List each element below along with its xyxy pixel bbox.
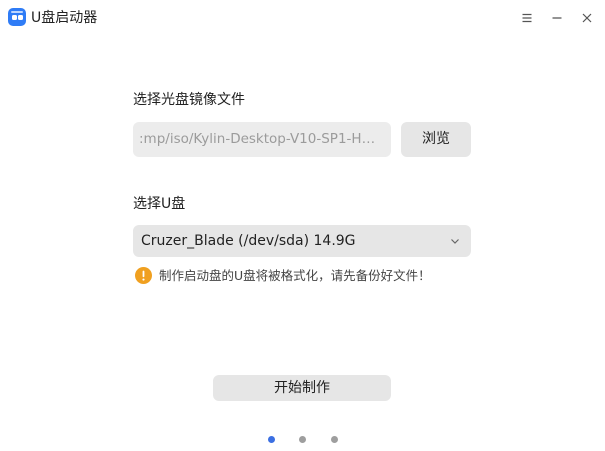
format-warning-text: 制作启动盘的U盘将被格式化，请先备份好文件！ bbox=[159, 268, 431, 283]
window-title: U盘启动器 bbox=[31, 10, 98, 26]
chevron-down-icon bbox=[451, 239, 459, 244]
app-logo-eye-right bbox=[17, 15, 23, 20]
usb-device-select[interactable]: Cruzer_Blade (/dev/sda) 14.9G bbox=[133, 225, 471, 257]
iso-section-label: 选择光盘镜像文件 bbox=[133, 92, 245, 108]
iso-path-input[interactable]: :mp/iso/Kylin-Desktop-V10-SP1-HW... bbox=[133, 122, 391, 157]
usb-section-label: 选择U盘 bbox=[133, 196, 186, 212]
menu-icon bbox=[522, 13, 532, 23]
usb-device-selected-value: Cruzer_Blade (/dev/sda) 14.9G bbox=[141, 233, 356, 249]
page-dot-3[interactable] bbox=[331, 436, 338, 443]
page-indicator bbox=[0, 436, 605, 444]
warning-icon bbox=[135, 267, 152, 284]
app-logo-bar bbox=[11, 11, 23, 13]
menu-button[interactable] bbox=[515, 6, 539, 30]
usb-boot-window: U盘启动器 选择光盘镜像文件 :mp/iso/Kylin-Desktop-V10… bbox=[0, 0, 605, 451]
minimize-button[interactable] bbox=[545, 6, 569, 30]
browse-button[interactable]: 浏览 bbox=[401, 122, 471, 157]
minimize-icon bbox=[552, 17, 562, 19]
app-logo-icon bbox=[8, 8, 26, 26]
title-bar: U盘启动器 bbox=[0, 0, 605, 36]
page-dot-2[interactable] bbox=[299, 436, 306, 443]
page-dot-1[interactable] bbox=[268, 436, 275, 443]
app-logo-eye-left bbox=[11, 15, 17, 20]
start-making-button[interactable]: 开始制作 bbox=[213, 375, 391, 401]
close-icon bbox=[582, 13, 592, 23]
close-button[interactable] bbox=[575, 6, 599, 30]
